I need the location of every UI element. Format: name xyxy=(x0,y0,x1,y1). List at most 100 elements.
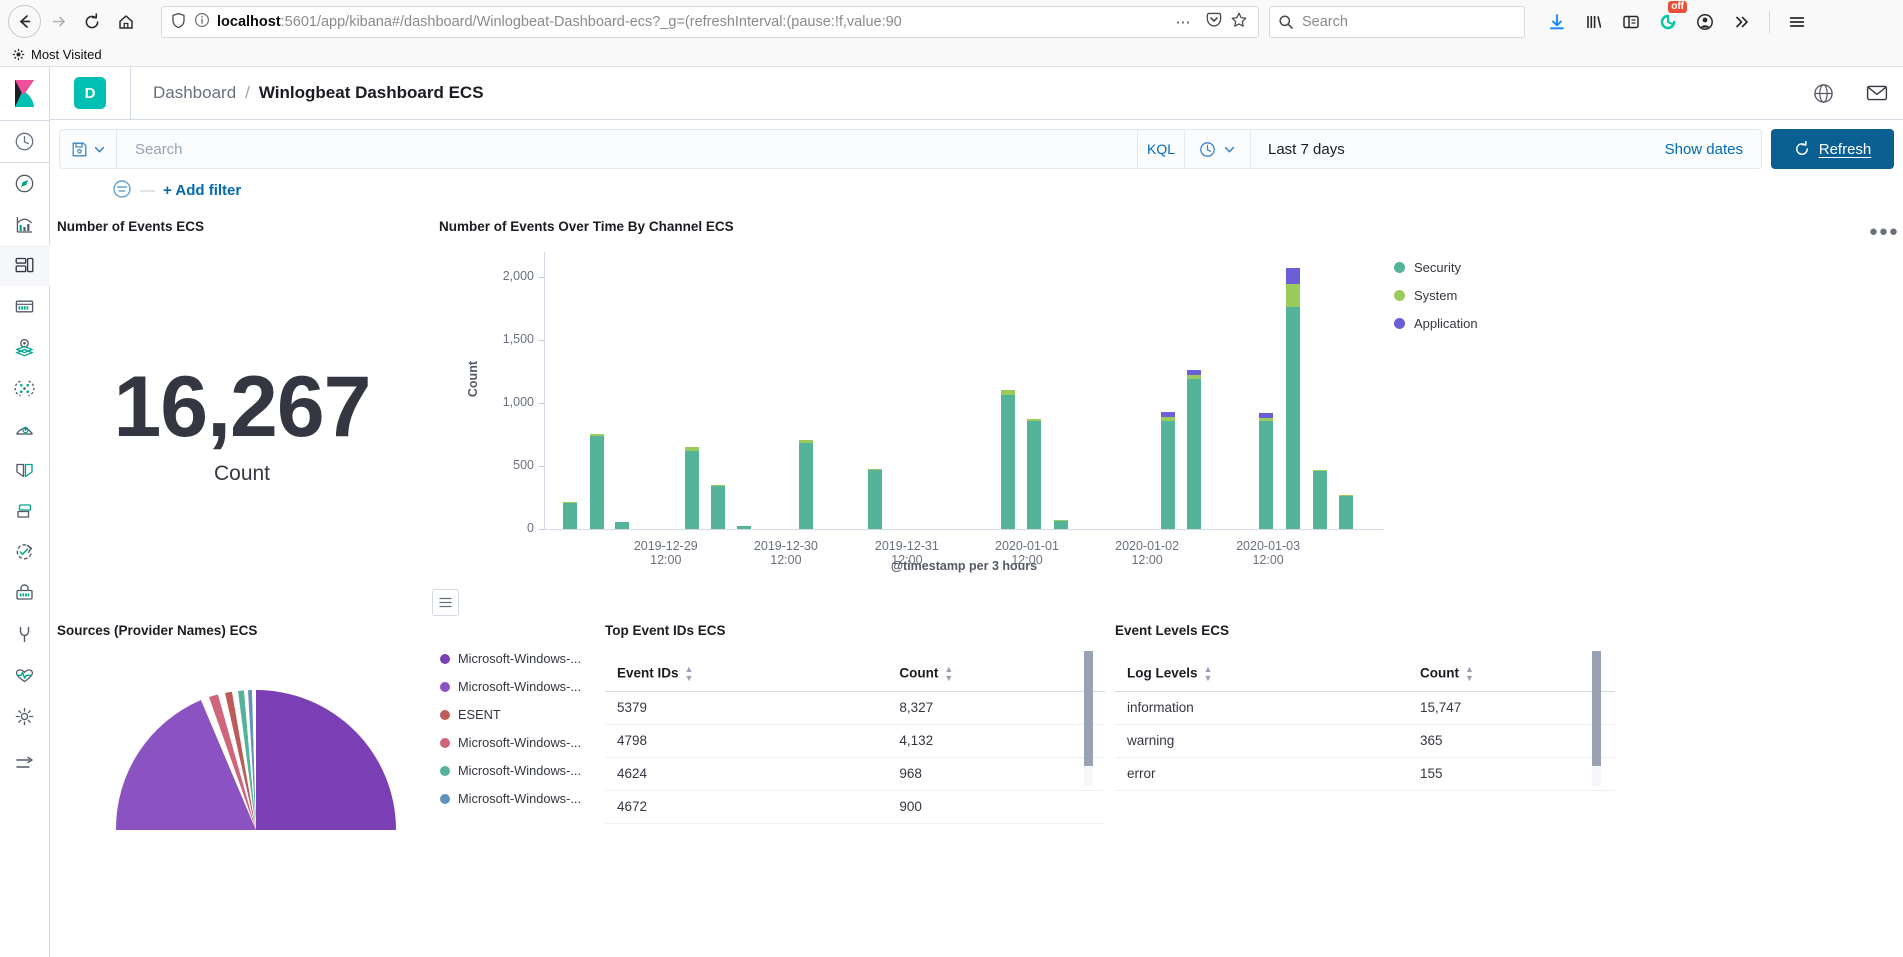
mail-icon[interactable] xyxy=(1850,67,1903,120)
bar-column[interactable] xyxy=(868,469,883,529)
pie-legend-item[interactable]: ESENT xyxy=(440,707,605,722)
quick-select-button[interactable] xyxy=(1185,129,1251,169)
refresh-button[interactable]: Refresh xyxy=(1771,129,1894,169)
page-info-icon[interactable] xyxy=(194,12,210,31)
sidebar-item-uptime[interactable] xyxy=(0,532,50,573)
bar-column[interactable] xyxy=(685,446,700,529)
bar-column[interactable] xyxy=(1000,389,1015,529)
page-actions-icon[interactable]: ⋯ xyxy=(1168,13,1201,31)
sidebar-item-discover[interactable] xyxy=(0,163,50,204)
pie-legend-item[interactable]: Microsoft-Windows-... xyxy=(440,679,605,694)
back-button[interactable] xyxy=(8,5,41,38)
sidebar-item-management[interactable] xyxy=(0,696,50,737)
table-row[interactable]: 4624 968 xyxy=(605,757,1105,791)
sidebar-item-maps[interactable] xyxy=(0,327,50,368)
browser-search-input[interactable]: Search xyxy=(1269,5,1525,38)
kibana-logo-icon[interactable] xyxy=(0,67,49,120)
account-icon[interactable] xyxy=(1689,6,1721,38)
table-row[interactable]: 5379 8,327 xyxy=(605,691,1105,725)
download-icon[interactable] xyxy=(1541,6,1573,38)
sidebar-item-apm[interactable] xyxy=(0,491,50,532)
shield-icon[interactable] xyxy=(170,12,187,32)
bar-column[interactable] xyxy=(1160,411,1175,529)
sidebar-item-siem[interactable] xyxy=(0,573,50,614)
saved-query-button[interactable] xyxy=(60,129,117,169)
sidebar-item-visualize[interactable] xyxy=(0,204,50,245)
panel-menu-icon[interactable]: ●●● xyxy=(1869,223,1899,240)
bar-column[interactable] xyxy=(711,484,726,529)
table-row[interactable]: warning 365 xyxy=(1115,724,1615,758)
legend-toggle-button[interactable] xyxy=(432,589,459,616)
filter-options-button[interactable] xyxy=(112,179,132,202)
event-ids-scrollbar[interactable] xyxy=(1084,651,1093,786)
bar-column[interactable] xyxy=(1027,419,1041,529)
event-levels-table[interactable]: Log Levels ▲ ▼ Count ▲ ▼ information 15,747 warn… xyxy=(1115,658,1615,791)
library-icon[interactable] xyxy=(1578,6,1610,38)
pie-legend-item[interactable]: Microsoft-Windows-... xyxy=(440,735,605,750)
histogram-chart[interactable]: Count 0 500 1,000 1,500 2,000 2019-12-29 12:00… xyxy=(439,234,1559,599)
sidebar-item-monitoring[interactable] xyxy=(0,655,50,696)
overflow-chevrons-icon[interactable] xyxy=(1726,6,1758,38)
home-button[interactable] xyxy=(109,5,143,39)
url-bar[interactable]: localhost:5601/app/kibana#/dashboard/Win… xyxy=(161,5,1259,38)
table-row[interactable]: information 15,747 xyxy=(1115,691,1615,725)
table-row[interactable]: 4672 900 xyxy=(605,790,1105,824)
pie-legend-item[interactable]: Microsoft-Windows-... xyxy=(440,763,605,778)
sort-arrow-icon[interactable]: ▲ ▼ xyxy=(1465,665,1474,683)
breadcrumb-dashboard[interactable]: Dashboard xyxy=(153,83,236,103)
bar-column[interactable] xyxy=(1187,370,1202,529)
event-ids-scroll-thumb[interactable] xyxy=(1084,651,1093,766)
bar-column[interactable] xyxy=(1285,267,1300,529)
sort-arrow-icon[interactable]: ▲ ▼ xyxy=(944,665,953,683)
table-row[interactable]: error 155 xyxy=(1115,757,1615,791)
bar-column[interactable] xyxy=(590,434,605,529)
table-row[interactable]: 4798 4,132 xyxy=(605,724,1105,758)
sidebar-item-dashboard[interactable] xyxy=(0,245,50,286)
hamburger-menu-icon[interactable] xyxy=(1781,6,1813,38)
table-column-header[interactable]: Count ▲ ▼ xyxy=(1408,658,1615,692)
sort-arrow-icon[interactable]: ▲ ▼ xyxy=(1204,665,1213,683)
sidebar-item-collapse-nav[interactable] xyxy=(0,743,50,784)
legend-item[interactable]: System xyxy=(1394,288,1478,303)
show-dates-button[interactable]: Show dates xyxy=(1665,141,1761,158)
help-globe-icon[interactable] xyxy=(1797,67,1850,120)
sidebar-item-logs[interactable] xyxy=(0,450,50,491)
bar-column[interactable] xyxy=(615,521,630,529)
query-language-button[interactable]: KQL xyxy=(1137,129,1184,169)
pie-legend-item[interactable]: Microsoft-Windows-... xyxy=(440,651,605,666)
reload-button[interactable] xyxy=(75,5,109,39)
bar-column[interactable] xyxy=(1312,469,1327,529)
event-levels-scrollbar[interactable] xyxy=(1592,651,1601,786)
sort-arrow-icon[interactable]: ▲ ▼ xyxy=(685,665,694,683)
legend-item[interactable]: Security xyxy=(1394,260,1478,275)
time-range-display[interactable]: Last 7 days xyxy=(1251,141,1345,158)
bookmark-most-visited[interactable]: Most Visited xyxy=(12,47,102,62)
bar-column[interactable] xyxy=(563,502,578,529)
table-column-header[interactable]: Log Levels ▲ ▼ xyxy=(1115,658,1408,692)
bar-column[interactable] xyxy=(1053,519,1068,529)
pie-legend-item[interactable]: Microsoft-Windows-... xyxy=(440,791,605,806)
sidebar-item-dev-tools[interactable] xyxy=(0,614,50,655)
bar-column[interactable] xyxy=(737,525,752,529)
bar-column[interactable] xyxy=(1339,495,1354,529)
bookmark-star-icon[interactable] xyxy=(1230,11,1248,32)
sidebar-item-machine-learning[interactable] xyxy=(0,368,50,409)
table-column-header[interactable]: Event IDs ▲ ▼ xyxy=(605,658,888,692)
sidebar-icon[interactable] xyxy=(1615,6,1647,38)
extension-icon[interactable]: off xyxy=(1652,0,1687,38)
event-levels-scroll-thumb[interactable] xyxy=(1592,651,1601,766)
sidebar-item-recently-viewed[interactable] xyxy=(0,121,50,162)
add-filter-button[interactable]: + Add filter xyxy=(163,182,241,199)
sidebar-item-canvas[interactable] xyxy=(0,286,50,327)
table-column-header[interactable]: Count ▲ ▼ xyxy=(887,658,1105,692)
filter-options-icon xyxy=(113,180,131,198)
legend-item[interactable]: Application xyxy=(1394,316,1478,331)
event-ids-table[interactable]: Event IDs ▲ ▼ Count ▲ ▼ 5379 8,327 4798 4,132 4624… xyxy=(605,658,1105,824)
pie-chart[interactable] xyxy=(81,670,431,830)
bar-column[interactable] xyxy=(798,439,813,529)
bar-column[interactable] xyxy=(1258,413,1273,529)
search-input[interactable]: Search xyxy=(117,141,1137,158)
pocket-icon[interactable] xyxy=(1205,11,1223,32)
sidebar-item-infrastructure[interactable] xyxy=(0,409,50,450)
forward-button[interactable] xyxy=(41,5,75,39)
